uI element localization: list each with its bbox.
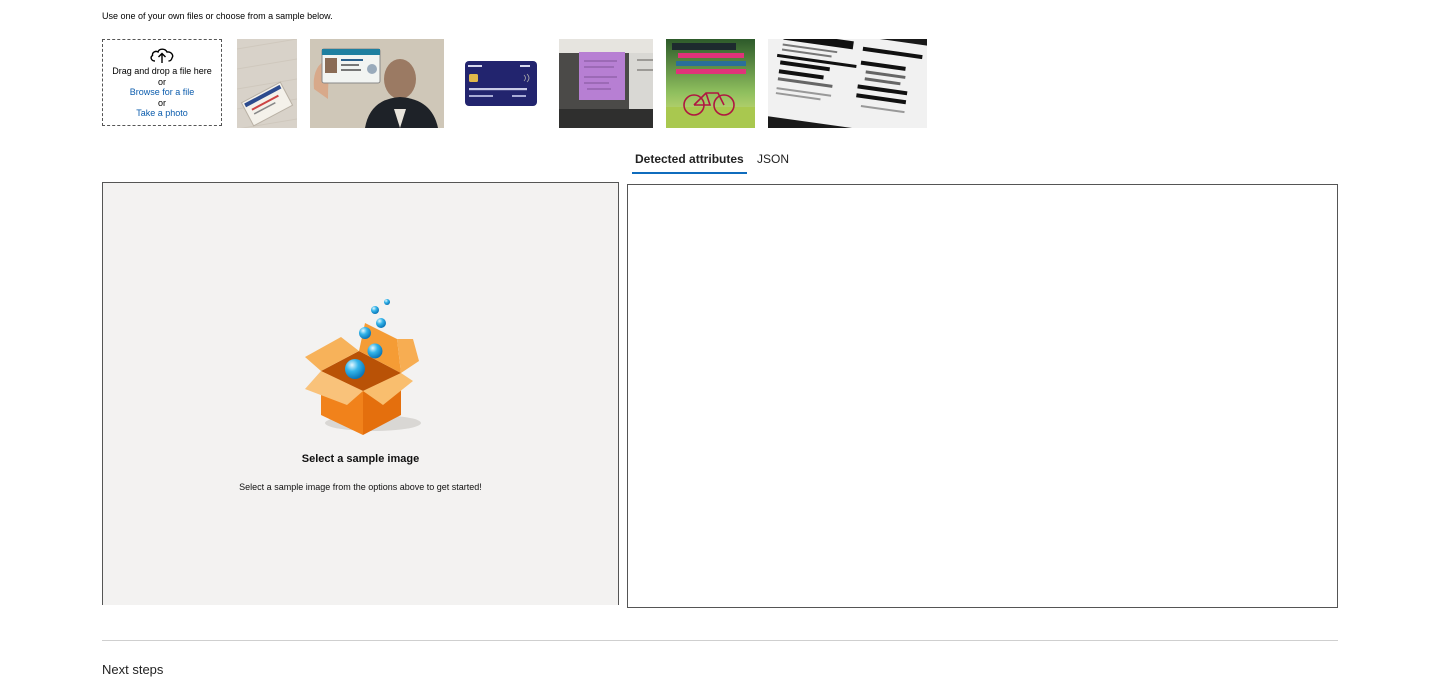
browse-file-link[interactable]: Browse for a file — [103, 87, 221, 98]
open-box-illustration — [305, 299, 421, 435]
sample-social-security-card[interactable] — [237, 39, 297, 128]
poster-thumbnail — [666, 39, 755, 128]
next-steps-heading: Next steps — [102, 662, 164, 677]
empty-state-title: Select a sample image — [301, 453, 420, 465]
sample-sticky-note[interactable] — [559, 39, 653, 128]
file-drop-zone[interactable]: Drag and drop a file here or Browse for … — [102, 39, 222, 126]
label-thumbnail — [768, 39, 927, 128]
sample-bicycle-poster[interactable] — [666, 39, 755, 128]
image-preview-panel: Select a sample image Select a sample im… — [102, 182, 619, 605]
section-divider — [102, 640, 1338, 641]
photo-thumbnail — [310, 39, 444, 128]
cloud-upload-icon — [150, 48, 174, 63]
take-photo-link[interactable]: Take a photo — [103, 108, 221, 119]
tab-detected-attributes[interactable]: Detected attributes — [632, 150, 747, 174]
or-label: or — [157, 97, 166, 108]
sample-person-holding-id[interactable] — [310, 39, 444, 128]
or-label: or — [157, 76, 166, 87]
id-card-thumbnail — [237, 39, 297, 128]
tab-json[interactable]: JSON — [754, 150, 792, 172]
empty-state-subtitle: Select a sample image from the options a… — [239, 482, 482, 492]
sample-nutrition-facts[interactable] — [768, 39, 927, 128]
sample-credit-card[interactable] — [452, 39, 552, 128]
credit-card-thumbnail — [452, 39, 552, 128]
note-thumbnail — [559, 39, 653, 128]
intro-text: Use one of your own files or choose from… — [102, 11, 333, 21]
drag-drop-label: Drag and drop a file here — [112, 66, 212, 76]
detected-attributes-panel — [627, 184, 1338, 608]
